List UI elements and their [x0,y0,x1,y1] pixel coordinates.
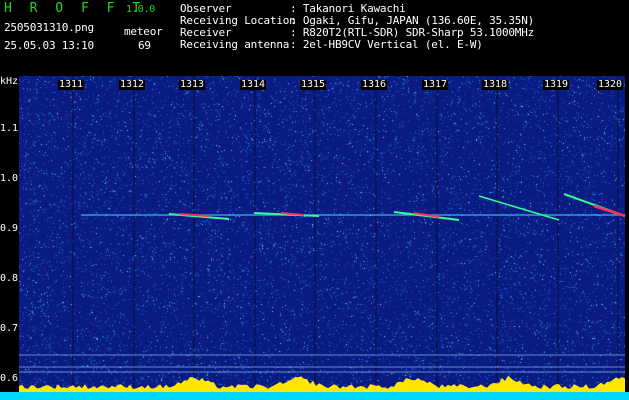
y-tick-label: 1.0 [0,173,19,184]
info-key-antenna: Receiving antenna [180,38,290,51]
signal-level-bar [19,375,625,392]
y-tick-label: 0.9 [0,223,19,234]
minute-label: 1315 [300,79,327,90]
meteor-echo [478,195,560,221]
y-tick-label: 0.7 [0,323,19,334]
info-value-antenna: : 2el-HB9CV Vertical (el. E-W) [290,38,483,51]
minute-label: 1319 [543,79,570,90]
minute-grid [72,76,619,392]
minute-label: 1314 [240,79,267,90]
y-tick-label: 0.8 [0,273,19,284]
minute-label: 1318 [482,79,509,90]
spectrogram [19,76,626,400]
meteor-echoes [81,193,626,221]
minute-label: 1313 [179,79,206,90]
timestamp: 25.05.03 13:10 [4,39,94,52]
detection-count: 69 [138,39,151,52]
spectrogram-overlay [19,76,626,392]
minute-label: 1320 [597,79,624,90]
minute-label: 1311 [58,79,85,90]
app-title: H R O F F T [4,1,146,16]
detection-label: meteor [124,25,163,38]
file-name: 2505031310.png [4,21,94,34]
minute-label: 1316 [361,79,388,90]
app-version: 1.0.0 [126,4,156,15]
y-tick-label: 0.6 [0,373,19,384]
minute-label: 1312 [119,79,146,90]
header-panel: H R O F F T 1.0.0 2505031310.png 25.05.0… [0,0,629,74]
frequency-unit-label: kHz [0,76,19,87]
y-tick-label: 1.1 [0,123,19,134]
bottom-status-bar [0,392,629,400]
minute-label: 1317 [422,79,449,90]
reference-lines [19,354,625,373]
